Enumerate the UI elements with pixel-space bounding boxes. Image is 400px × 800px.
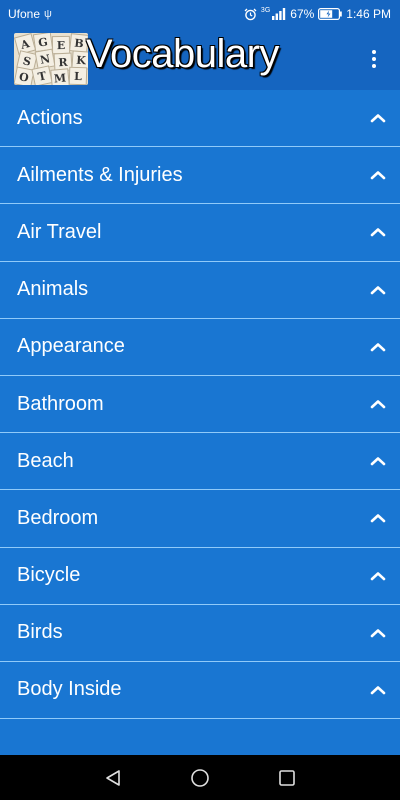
category-label: Air Travel	[17, 220, 102, 243]
category-label: Appearance	[17, 335, 125, 358]
logo-letter-tile: M	[50, 68, 70, 85]
back-icon[interactable]	[104, 769, 122, 787]
category-item[interactable]: Bicycle	[0, 548, 400, 605]
chevron-up-icon[interactable]	[370, 685, 386, 695]
app-bar: AGEBSNRKOTML Vocabulary	[0, 28, 400, 90]
category-label: Ailments & Injuries	[17, 163, 183, 186]
chevron-up-icon[interactable]	[370, 513, 386, 523]
category-item[interactable]: Birds	[0, 605, 400, 662]
home-icon[interactable]	[190, 768, 210, 788]
alarm-icon	[244, 8, 257, 21]
chevron-up-icon[interactable]	[370, 113, 386, 123]
chevron-up-icon[interactable]	[370, 399, 386, 409]
battery-icon	[318, 8, 343, 20]
chevron-up-icon[interactable]	[370, 456, 386, 466]
category-label: Bathroom	[17, 392, 104, 415]
overflow-menu-icon[interactable]	[362, 46, 386, 72]
category-item[interactable]: Appearance	[0, 319, 400, 376]
category-item[interactable]: Air Travel	[0, 204, 400, 262]
chevron-up-icon[interactable]	[370, 628, 386, 638]
category-list: Actions Ailments & Injuries Air Travel Anim…	[0, 90, 400, 755]
network-type: 3G	[260, 6, 271, 14]
category-label: Actions	[17, 106, 83, 129]
chevron-up-icon[interactable]	[370, 571, 386, 581]
app-logo: AGEBSNRKOTML	[14, 33, 88, 85]
category-label: Bicycle	[17, 564, 81, 587]
chevron-up-icon[interactable]	[370, 342, 386, 352]
category-label: Body Inside	[17, 678, 122, 701]
category-item[interactable]: Bathroom	[0, 376, 400, 434]
menu-dot	[372, 57, 376, 61]
category-label: Birds	[17, 621, 63, 644]
status-bar: Ufone ψ 3G 67% 1:46 PM	[0, 0, 400, 28]
category-item[interactable]: Animals	[0, 262, 400, 319]
menu-dot	[372, 50, 376, 54]
category-item[interactable]: Actions	[0, 90, 400, 148]
category-label: Beach	[17, 449, 74, 472]
category-label: Bedroom	[17, 506, 99, 529]
status-left: Ufone ψ	[8, 7, 52, 21]
category-item[interactable]: Bedroom	[0, 490, 400, 548]
category-item[interactable]: Beach	[0, 433, 400, 491]
logo-letter-tile: L	[68, 66, 88, 85]
chevron-up-icon[interactable]	[370, 227, 386, 237]
carrier-name: Ufone	[8, 7, 41, 21]
logo-letter-tile: T	[31, 65, 53, 85]
recents-icon[interactable]	[278, 769, 296, 787]
chevron-up-icon[interactable]	[370, 285, 386, 295]
category-item[interactable]: Body Inside	[0, 662, 400, 720]
category-item[interactable]: Ailments & Injuries	[0, 147, 400, 205]
system-nav-bar	[0, 755, 400, 800]
app-title: Vocabulary	[86, 32, 279, 76]
clock: 1:46 PM	[346, 7, 391, 21]
menu-dot	[372, 64, 376, 68]
logo-letter-tile: E	[51, 35, 71, 55]
chevron-up-icon[interactable]	[370, 170, 386, 180]
usb-icon: ψ	[44, 8, 52, 20]
status-right: 3G 67% 1:46 PM	[244, 7, 391, 21]
battery-percent: 67%	[290, 7, 315, 21]
signal-icon	[272, 8, 286, 20]
category-label: Animals	[17, 278, 89, 301]
